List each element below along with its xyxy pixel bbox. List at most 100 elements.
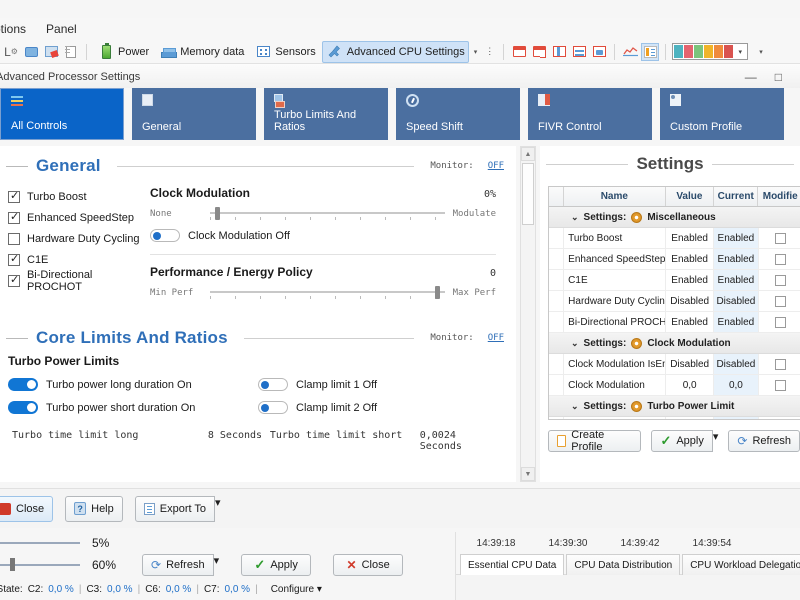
- close-button[interactable]: Close: [0, 495, 54, 522]
- toggle-turbo-power-short-duration[interactable]: Turbo power short duration On: [8, 401, 258, 414]
- controls-pane-scrollbar[interactable]: ▲ ▼: [520, 146, 536, 482]
- column-header-name[interactable]: Name: [564, 187, 666, 206]
- performance-policy-slider[interactable]: [210, 286, 445, 300]
- toggle-switch[interactable]: [258, 378, 288, 391]
- row-modified[interactable]: [759, 228, 800, 248]
- bottom-tab-cpu-data-distribution[interactable]: CPU Data Distribution: [566, 554, 681, 575]
- bottom-refresh-caret-icon[interactable]: ▾: [214, 554, 220, 576]
- settings-group-row[interactable]: ⌄ Settings: Miscellaneous: [549, 207, 800, 228]
- checkbox-turbo-boost[interactable]: Turbo Boost: [8, 186, 150, 207]
- tab-custom-profile[interactable]: Custom Profile: [660, 88, 784, 140]
- menu-item-options[interactable]: ptions: [0, 20, 36, 38]
- checkbox-icon[interactable]: [774, 379, 786, 391]
- row-select-cell[interactable]: [549, 417, 565, 419]
- row-modified[interactable]: [759, 291, 800, 311]
- toolbar-memory-button[interactable]: Memory data: [155, 41, 248, 63]
- tab-fivr-control[interactable]: FIVR Control: [528, 88, 652, 140]
- toggle-clamp-limit-2[interactable]: Clamp limit 2 Off: [258, 401, 508, 414]
- table-row[interactable]: Clock Modulation IsEna... Disabled Disab…: [549, 354, 800, 375]
- split-columns-icon[interactable]: [550, 43, 568, 61]
- color-palette[interactable]: ▾: [672, 43, 749, 60]
- chevron-down-icon[interactable]: ⌄: [571, 338, 579, 349]
- checkbox-icon[interactable]: [774, 358, 786, 370]
- toggle-switch[interactable]: [8, 378, 38, 391]
- checkbox-bi-directional-prochot[interactable]: Bi-Directional PROCHOT: [8, 269, 150, 293]
- toggle-switch[interactable]: [8, 401, 38, 414]
- table-row[interactable]: Clock Modulation 0,0 0,0: [549, 375, 800, 396]
- palette-swatch[interactable]: [694, 45, 704, 58]
- row-modified[interactable]: [759, 375, 800, 395]
- screen-icon[interactable]: [22, 43, 40, 61]
- slider-thumb[interactable]: [10, 558, 15, 571]
- chevron-down-icon[interactable]: ⌄: [571, 212, 579, 223]
- core-limits-monitor-value[interactable]: OFF: [488, 333, 504, 343]
- bottom-slider-track[interactable]: [0, 558, 80, 571]
- tab-general[interactable]: General: [132, 88, 256, 140]
- scroll-up-arrow-icon[interactable]: ▲: [521, 147, 535, 161]
- chart-icon[interactable]: [621, 43, 639, 61]
- help-button[interactable]: ? Help: [65, 495, 123, 522]
- apply-button[interactable]: ✓ Apply: [651, 430, 713, 452]
- checkbox-icon[interactable]: [8, 252, 20, 266]
- slider-thumb[interactable]: [214, 207, 220, 220]
- export-to-button[interactable]: Export To: [134, 495, 216, 522]
- top-slider-track[interactable]: [0, 542, 80, 544]
- new-window-icon[interactable]: [510, 43, 528, 61]
- toggle-turbo-power-long-duration[interactable]: Turbo power long duration On: [8, 378, 258, 391]
- checkbox-c1e[interactable]: C1E: [8, 249, 150, 270]
- column-header-select[interactable]: [549, 187, 564, 206]
- bottom-apply-button[interactable]: ✓ Apply: [241, 554, 312, 576]
- refresh-button[interactable]: ⟳ Refresh: [728, 430, 800, 452]
- row-select-cell[interactable]: [549, 312, 565, 332]
- apply-dropdown-caret-icon[interactable]: ▾: [713, 430, 719, 452]
- row-select-cell[interactable]: [549, 249, 565, 269]
- table-row[interactable]: Turbo Boost Power Ma... 4090 W 4090 W: [549, 417, 800, 419]
- settings-table[interactable]: Name Value Current Modifie ⌄ Settings: M…: [548, 186, 800, 420]
- new-panel-icon[interactable]: [530, 43, 548, 61]
- palette-swatch[interactable]: [674, 45, 684, 58]
- column-header-value[interactable]: Value: [666, 187, 714, 206]
- menu-item-panel[interactable]: Panel: [36, 20, 87, 38]
- palette-swatch[interactable]: [714, 45, 724, 58]
- document-icon[interactable]: [62, 43, 80, 61]
- palette-caret-icon[interactable]: ▾: [734, 48, 746, 56]
- tab-speed-shift[interactable]: Speed Shift: [396, 88, 520, 140]
- table-row[interactable]: C1E Enabled Enabled: [549, 270, 800, 291]
- toolbar-sensors-button[interactable]: Sensors: [250, 41, 319, 63]
- toggle-switch[interactable]: [258, 401, 288, 414]
- palette-swatch[interactable]: [724, 45, 734, 58]
- row-select-cell[interactable]: [549, 291, 565, 311]
- palette-swatch[interactable]: [684, 45, 694, 58]
- clock-modulation-slider[interactable]: [210, 207, 445, 221]
- row-modified[interactable]: [759, 312, 800, 332]
- export-panel-icon[interactable]: [590, 43, 608, 61]
- palette-swatch[interactable]: [704, 45, 714, 58]
- toggle-clamp-limit-1[interactable]: Clamp limit 1 Off: [258, 378, 508, 391]
- screen-delete-icon[interactable]: [42, 43, 60, 61]
- toolbar-advanced-cpu-settings-button[interactable]: Advanced CPU Settings: [321, 40, 469, 63]
- row-select-cell[interactable]: [549, 354, 565, 374]
- checkbox-icon[interactable]: [8, 189, 20, 203]
- tab-all-controls[interactable]: All Controls: [0, 88, 124, 140]
- tab-turbo-limits-and-ratios[interactable]: Turbo Limits And Ratios: [264, 88, 388, 140]
- chevron-down-icon[interactable]: ⌄: [571, 401, 579, 412]
- checkbox-hardware-duty-cycling[interactable]: Hardware Duty Cycling: [8, 228, 150, 249]
- table-row[interactable]: Bi-Directional PROCHOT Enabled Enabled: [549, 312, 800, 333]
- toolbar-overflow-caret[interactable]: ▾: [471, 48, 481, 56]
- checkbox-icon[interactable]: [774, 295, 786, 307]
- row-select-cell[interactable]: [549, 270, 565, 290]
- checkbox-icon[interactable]: [774, 274, 786, 286]
- list-view-icon[interactable]: [641, 42, 660, 61]
- slider-thumb[interactable]: [435, 286, 441, 299]
- clock-modulation-toggle[interactable]: [150, 229, 180, 242]
- checkbox-icon[interactable]: [774, 232, 786, 244]
- row-modified[interactable]: [759, 249, 800, 269]
- create-profile-button[interactable]: Create Profile: [548, 429, 642, 453]
- toolbar-power-button[interactable]: Power: [93, 41, 153, 63]
- general-monitor-value[interactable]: OFF: [488, 161, 504, 171]
- minimize-icon[interactable]: —: [745, 70, 757, 84]
- checkbox-enhanced-speedstep[interactable]: Enhanced SpeedStep: [8, 207, 150, 228]
- bottom-close-button[interactable]: ✕ Close: [333, 554, 404, 576]
- scrollbar-thumb[interactable]: [522, 163, 534, 225]
- row-select-cell[interactable]: [549, 228, 565, 248]
